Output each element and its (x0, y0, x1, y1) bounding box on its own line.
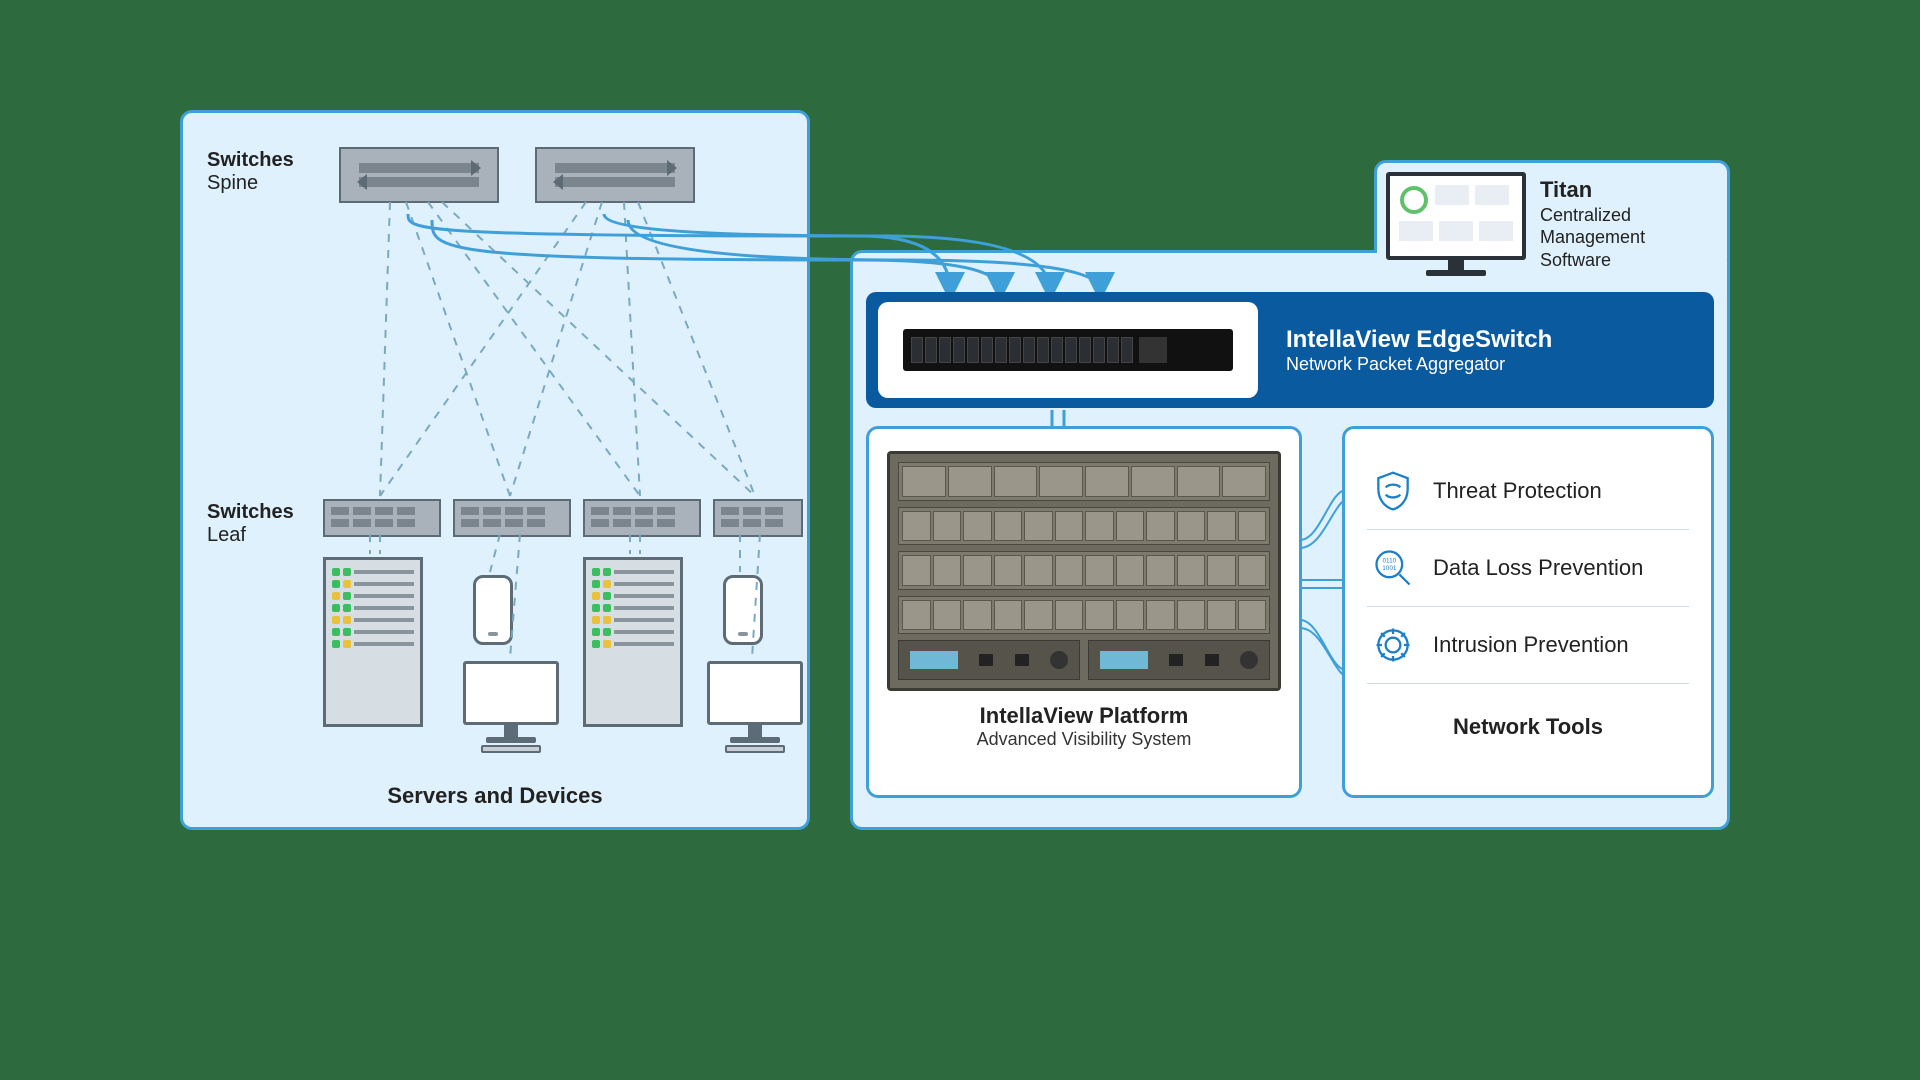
titan-sub-3: Software (1540, 250, 1611, 270)
gear-shield-icon (1371, 623, 1415, 667)
spine-switch-icon (339, 147, 499, 203)
svg-text:1001: 1001 (1382, 565, 1397, 572)
divider (1367, 683, 1689, 684)
tool-label: Intrusion Prevention (1433, 632, 1629, 658)
svg-text:0110: 0110 (1382, 558, 1396, 565)
phone-icon (723, 575, 763, 645)
spine-label: Switches Spine (207, 149, 294, 195)
diagram-root: Switches Spine Switches Leaf (180, 110, 1740, 910)
spine-switch-icon (535, 147, 695, 203)
edgeswitch-device-icon (903, 329, 1233, 371)
divider (1367, 529, 1689, 530)
leaf-switch-icon (453, 499, 571, 537)
tool-item-intrusion: Intrusion Prevention (1367, 609, 1689, 681)
leaf-label: Switches Leaf (207, 501, 294, 547)
tool-item-dlp: 0110 1001 Data Loss Prevention (1367, 532, 1689, 604)
leaf-switch-icon (323, 499, 441, 537)
spine-label-bold: Switches (207, 149, 294, 172)
platform-sub: Advanced Visibility System (887, 729, 1281, 750)
spine-label-sub: Spine (207, 172, 294, 195)
platform-chassis-icon (887, 451, 1281, 691)
phone-icon (473, 575, 513, 645)
network-tools-box: Threat Protection 0110 1001 Data Loss Pr… (1342, 426, 1714, 798)
server-icon (323, 557, 423, 727)
edgeswitch-device-wrap (878, 302, 1258, 398)
network-tools-title: Network Tools (1367, 714, 1689, 740)
monitor-icon (707, 661, 803, 753)
edgeswitch-band: IntellaView EdgeSwitch Network Packet Ag… (866, 292, 1714, 408)
leaf-label-bold: Switches (207, 501, 294, 524)
edgeswitch-label: IntellaView EdgeSwitch Network Packet Ag… (1286, 326, 1552, 375)
leaf-label-sub: Leaf (207, 524, 294, 547)
platform-title: IntellaView Platform (887, 703, 1281, 729)
leaf-switch-icon (583, 499, 701, 537)
server-icon (583, 557, 683, 727)
edgeswitch-sub: Network Packet Aggregator (1286, 354, 1552, 375)
servers-devices-label: Servers and Devices (183, 783, 807, 809)
monitor-icon (463, 661, 559, 753)
titan-title: Titan (1540, 176, 1645, 204)
tool-label: Data Loss Prevention (1433, 555, 1643, 581)
platform-label: IntellaView Platform Advanced Visibility… (887, 703, 1281, 750)
platform-box: IntellaView Platform Advanced Visibility… (866, 426, 1302, 798)
left-panel: Switches Spine Switches Leaf (180, 110, 810, 830)
titan-label: Titan Centralized Management Software (1540, 176, 1645, 271)
shield-icon (1371, 469, 1415, 513)
tool-item-threat: Threat Protection (1367, 455, 1689, 527)
data-search-icon: 0110 1001 (1371, 546, 1415, 590)
titan-monitor-icon (1386, 172, 1526, 276)
tool-label: Threat Protection (1433, 478, 1602, 504)
titan-sub-2: Management (1540, 227, 1645, 247)
edgeswitch-title: IntellaView EdgeSwitch (1286, 326, 1552, 354)
titan-sub-1: Centralized (1540, 205, 1631, 225)
divider (1367, 606, 1689, 607)
leaf-switch-icon (713, 499, 803, 537)
